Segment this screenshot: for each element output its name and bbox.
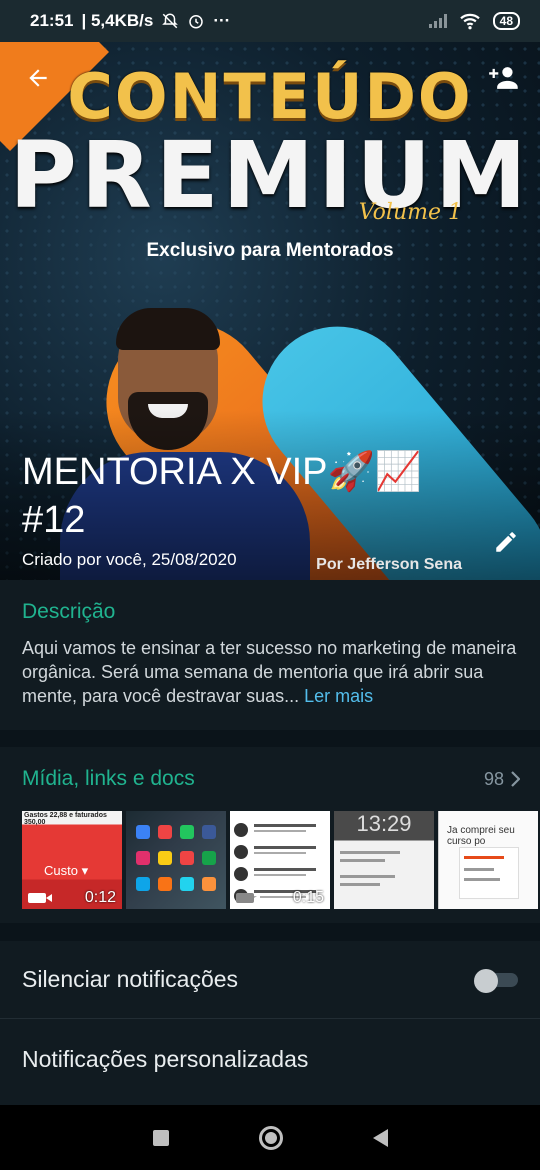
status-network-speed: | 5,4KB/s (81, 11, 154, 30)
notification-settings: Silenciar notificações Notificações pers… (0, 941, 540, 1105)
status-bar: 21:51 | 5,4KB/s ··· 48 (0, 0, 540, 42)
group-created-info: Criado por você, 25/08/2020 (22, 550, 237, 569)
media-thumbnails: Gastos 22,88 e faturados 350,00 Custo ▾ … (22, 811, 538, 909)
home-button[interactable] (258, 1125, 283, 1150)
system-nav-bar (0, 1105, 540, 1170)
edit-name-button[interactable] (488, 524, 524, 560)
video-duration: 0:15 (292, 889, 324, 906)
description-title: Descrição (22, 600, 116, 623)
media-thumb-image[interactable]: 13:29 (334, 811, 434, 909)
custom-notifications-label: Notificações personalizadas (22, 1045, 309, 1072)
media-count-value: 98 (483, 768, 504, 789)
media-section: Mídia, links e docs 98 Gastos 22,88 e fa… (0, 747, 540, 923)
thumb-label: Custo ▾ (44, 863, 89, 878)
video-duration: 0:12 (84, 889, 116, 906)
image-subtitle: Exclusivo para Mentorados (146, 240, 394, 261)
thumb-text: Ja comprei seu curso po (447, 825, 515, 847)
image-volume: Volume 1 (358, 200, 462, 225)
mute-toggle[interactable] (474, 968, 518, 993)
media-thumb-image[interactable]: Ja comprei seu curso po (438, 811, 538, 909)
media-thumb-video[interactable]: 0:15 (230, 811, 330, 909)
video-camera-icon (28, 893, 52, 903)
add-participant-button[interactable] (484, 60, 524, 96)
description-section[interactable]: Descrição Aqui vamos te ensinar a ter su… (0, 580, 540, 730)
description-body: Aqui vamos te ensinar a ter sucesso no m… (22, 638, 517, 706)
system-back-button[interactable] (372, 1128, 388, 1147)
battery-indicator: 48 (492, 12, 520, 30)
media-thumb-video[interactable]: Gastos 22,88 e faturados 350,00 Custo ▾ … (22, 811, 122, 909)
wifi-icon (459, 13, 480, 30)
arrow-back-icon (29, 69, 47, 87)
add-person-icon (489, 67, 518, 89)
media-header[interactable]: Mídia, links e docs 98 (22, 767, 520, 791)
chevron-right-icon (511, 771, 520, 787)
alarm-icon (189, 15, 204, 29)
mute-notifications-row[interactable]: Silenciar notificações (0, 941, 540, 1019)
status-time: 21:51 (30, 11, 74, 30)
section-divider (0, 730, 540, 747)
image-byline: Por Jefferson Sena (316, 556, 462, 573)
media-count: 98 (484, 769, 520, 790)
recent-apps-button[interactable] (152, 1129, 169, 1146)
pencil-icon (496, 532, 516, 552)
status-more: ··· (213, 11, 231, 30)
media-title: Mídia, links e docs (22, 767, 195, 790)
muted-bell-icon (162, 13, 179, 29)
section-divider (0, 923, 540, 941)
thumb-caption: Gastos 22,88 e faturados 350,00 (24, 812, 107, 826)
thumb-clock: 13:29 (356, 811, 412, 836)
custom-notifications-row[interactable]: Notificações personalizadas (0, 1020, 540, 1098)
media-thumb-image[interactable] (126, 811, 226, 909)
read-more-link[interactable]: Ler mais (304, 686, 373, 706)
video-camera-icon (236, 893, 260, 903)
description-text: Aqui vamos te ensinar a ter sucesso no m… (22, 636, 518, 708)
back-button[interactable] (20, 60, 56, 96)
mute-notifications-label: Silenciar notificações (22, 966, 239, 992)
group-name: MENTORIA X VIP🚀📈 #12 (22, 451, 423, 541)
signal-icon (428, 14, 447, 28)
